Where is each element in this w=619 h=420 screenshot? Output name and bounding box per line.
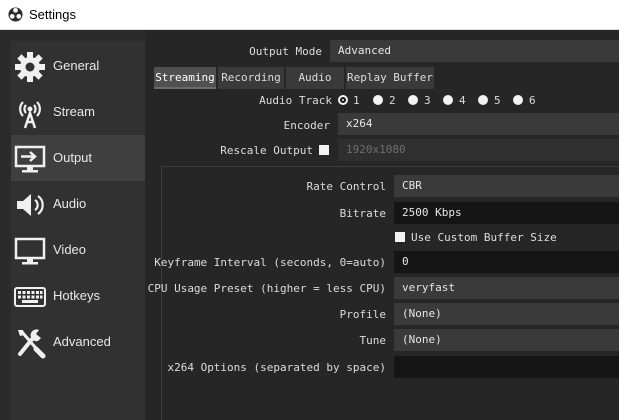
audio-track-option-label: 5 [494, 94, 501, 107]
encoder-label: Encoder [283, 119, 330, 132]
tab-audio[interactable]: Audio [286, 67, 344, 89]
audio-track-option-label: 6 [529, 94, 536, 107]
keyframe-interval-label: Keyframe Interval (seconds, 0=auto) [154, 256, 386, 269]
audio-track-radio-1[interactable] [338, 95, 348, 105]
sidebar-item-label: Hotkeys [53, 288, 100, 303]
custom-buffer-checkbox[interactable] [395, 232, 405, 242]
tab-replay-buffer[interactable]: Replay Buffer [346, 67, 434, 89]
bitrate-spinbox[interactable]: 2500 Kbps [394, 202, 619, 224]
rate-control-select[interactable]: CBR [394, 175, 619, 197]
cpu-usage-preset-select[interactable]: veryfast [394, 277, 619, 299]
output-mode-label: Output Mode [249, 45, 322, 58]
gear-icon [15, 52, 45, 82]
sidebar-item-output[interactable]: Output [11, 135, 145, 181]
sidebar-item-label: Stream [53, 104, 95, 119]
settings-sidebar: General Stream Output Audio Video Hotkey… [11, 41, 145, 420]
sidebar-item-label: Advanced [53, 334, 111, 349]
keyframe-interval-spinbox[interactable]: 0 [394, 251, 619, 273]
tune-label: Tune [359, 334, 387, 347]
profile-select[interactable]: (None) [394, 303, 619, 325]
keyboard-icon [14, 287, 46, 307]
audio-track-option-label: 1 [353, 94, 360, 107]
sidebar-item-video[interactable]: Video [11, 227, 145, 273]
audio-track-radio-2[interactable] [373, 95, 383, 105]
audio-track-radio-4[interactable] [443, 95, 453, 105]
audio-track-option-label: 2 [389, 94, 396, 107]
sidebar-item-advanced[interactable]: Advanced [11, 319, 145, 365]
window-title: Settings [29, 7, 76, 22]
sidebar-item-hotkeys[interactable]: Hotkeys [11, 273, 145, 319]
sidebar-item-stream[interactable]: Stream [11, 89, 145, 135]
encoder-select[interactable]: x264 [338, 113, 619, 135]
x264-options-input[interactable] [394, 356, 619, 378]
wrench-screwdriver-icon [18, 329, 46, 359]
audio-track-radio-6[interactable] [513, 95, 523, 105]
sidebar-item-general[interactable]: General [11, 43, 145, 89]
rescale-resolution-select[interactable]: 1920x1080 [338, 139, 619, 161]
title-bar: Settings [0, 0, 619, 30]
audio-track-option-label: 3 [424, 94, 431, 107]
sidebar-item-audio[interactable]: Audio [11, 181, 145, 227]
broadcast-antenna-icon [19, 101, 41, 129]
output-mode-select[interactable]: Advanced [330, 40, 619, 62]
x264-options-label: x264 Options (separated by space) [167, 361, 386, 374]
left-margin [0, 30, 11, 420]
monitor-output-icon [14, 145, 46, 173]
obs-logo-icon [8, 7, 23, 22]
tune-select[interactable]: (None) [394, 329, 619, 351]
audio-track-option-label: 4 [459, 94, 466, 107]
monitor-icon [14, 237, 46, 265]
tab-streaming[interactable]: Streaming [154, 67, 216, 89]
audio-track-radio-3[interactable] [408, 95, 418, 105]
rate-control-label: Rate Control [306, 180, 386, 193]
custom-buffer-label: Use Custom Buffer Size [411, 231, 557, 244]
profile-label: Profile [339, 308, 386, 321]
cpu-usage-preset-label: CPU Usage Preset (higher = less CPU) [147, 282, 386, 295]
audio-track-label: Audio Track [259, 94, 332, 107]
audio-track-radio-5[interactable] [478, 95, 488, 105]
sidebar-item-label: Output [53, 150, 93, 165]
rescale-output-checkbox[interactable] [319, 145, 329, 155]
tab-recording[interactable]: Recording [218, 67, 284, 89]
bitrate-label: Bitrate [339, 207, 386, 220]
sidebar-item-label: General [53, 58, 100, 73]
rescale-output-label: Rescale Output [220, 144, 313, 157]
sidebar-item-label: Audio [53, 196, 87, 211]
speaker-icon [17, 194, 44, 216]
sidebar-item-label: Video [53, 242, 87, 257]
